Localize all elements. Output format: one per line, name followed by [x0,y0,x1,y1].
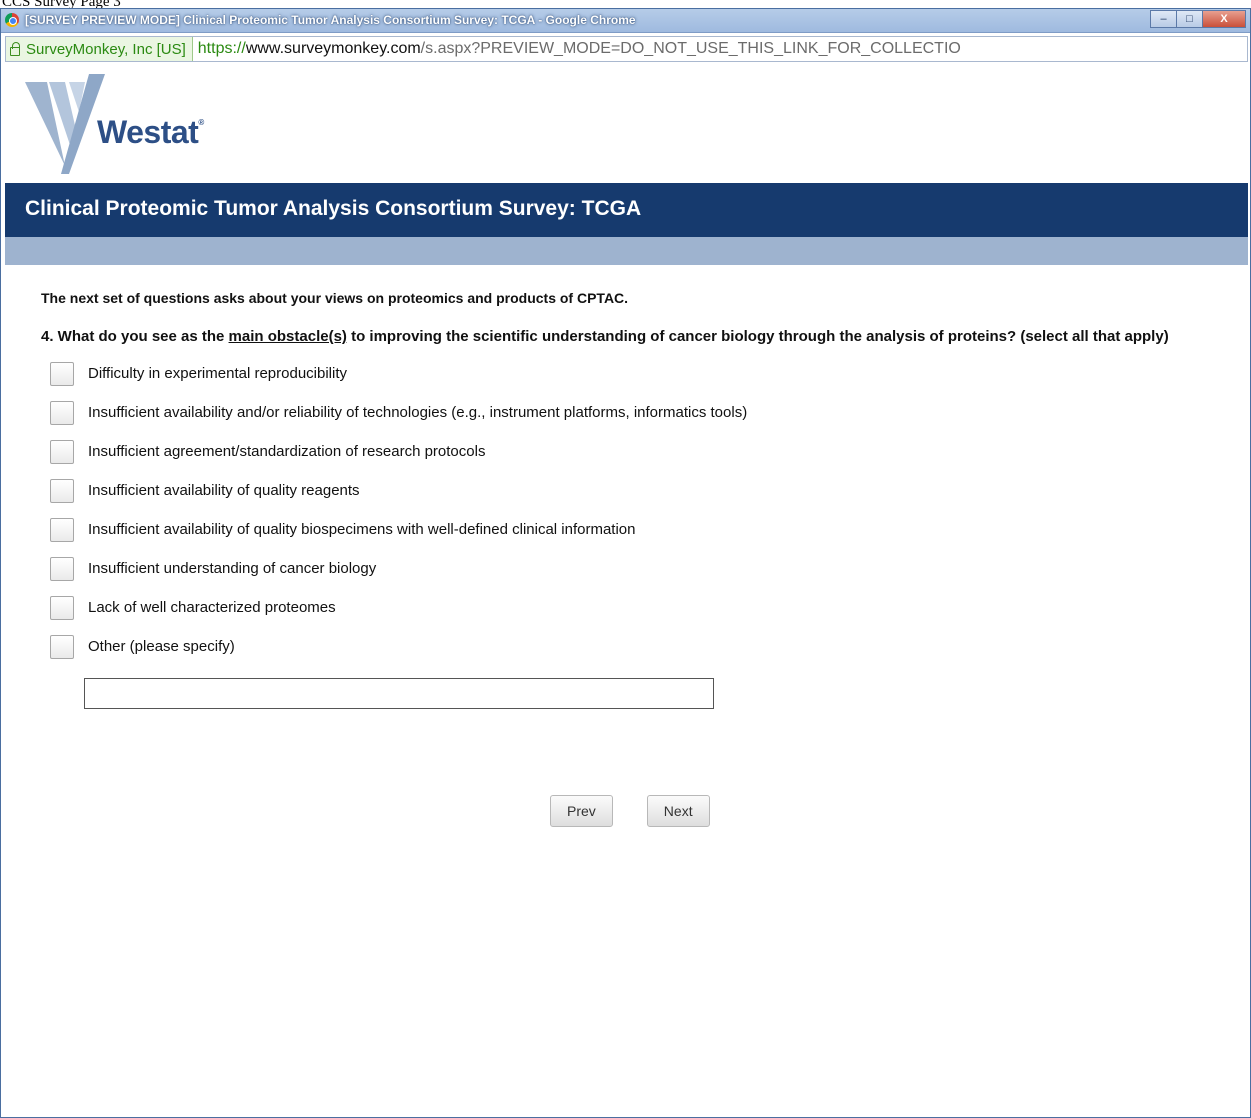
option-row[interactable]: Insufficient agreement/standardization o… [41,432,1241,471]
navigation-buttons: Prev Next [550,795,710,827]
survey-title: Clinical Proteomic Tumor Analysis Consor… [5,183,1248,237]
close-button[interactable]: X [1202,10,1246,28]
logo-area: Westat® [5,64,1248,184]
url-path: /s.aspx?PREVIEW_MODE=DO_NOT_USE_THIS_LIN… [420,40,961,57]
page-viewport: Westat® Clinical Proteomic Tumor Analysi… [5,64,1248,1117]
option-row[interactable]: Lack of well characterized proteomes [41,588,1241,627]
question-text: 4. What do you see as the main obstacle(… [41,326,1221,348]
westat-logo-mark-icon [25,74,105,174]
option-checkbox[interactable] [50,400,74,425]
options-list: Difficulty in experimental reproducibili… [41,354,1241,666]
brand-name: Westat [97,114,199,150]
next-button[interactable]: Next [646,795,710,827]
option-checkbox[interactable] [50,478,74,503]
option-row[interactable]: Difficulty in experimental reproducibili… [41,354,1241,393]
option-label: Insufficient availability and/or reliabi… [88,404,748,421]
page-caption: CCS Survey Page 3 [2,0,121,8]
option-checkbox[interactable] [50,634,74,659]
maximize-button[interactable]: □ [1176,10,1202,28]
window-controls: – □ X [1150,10,1246,28]
url-host: www.surveymonkey.com [245,40,421,57]
question-emphasis: main obstacle(s) [228,328,347,345]
question-content: The next set of questions asks about you… [41,290,1241,709]
option-label: Difficulty in experimental reproducibili… [88,365,347,382]
title-bar: [SURVEY PREVIEW MODE] Clinical Proteomic… [1,9,1250,33]
option-row[interactable]: Insufficient availability of quality bio… [41,510,1241,549]
option-label: Insufficient agreement/standardization o… [88,443,486,460]
westat-logo-text: Westat® [97,114,204,151]
option-label: Insufficient availability of quality rea… [88,482,360,499]
site-identity-badge[interactable]: SurveyMonkey, Inc [US] [6,37,193,61]
chrome-logo-icon [5,13,19,27]
option-checkbox[interactable] [50,361,74,386]
address-bar[interactable]: SurveyMonkey, Inc [US] https://www.surve… [5,36,1248,62]
option-row[interactable]: Other (please specify) [41,627,1241,666]
option-label: Other (please specify) [88,638,235,655]
option-row[interactable]: Insufficient availability and/or reliabi… [41,393,1241,432]
url-text[interactable]: https://www.surveymonkey.com/s.aspx?PREV… [193,40,961,58]
option-row[interactable]: Insufficient availability of quality rea… [41,471,1241,510]
lock-icon [10,41,20,56]
header-band [5,237,1248,265]
url-scheme: https:// [197,40,246,57]
option-checkbox[interactable] [50,556,74,581]
site-identity-label: SurveyMonkey, Inc [US] [26,40,186,58]
browser-window: [SURVEY PREVIEW MODE] Clinical Proteomic… [0,8,1251,1118]
brand-tm: ® [198,118,204,127]
option-checkbox[interactable] [50,595,74,620]
option-checkbox[interactable] [50,439,74,464]
option-label: Insufficient understanding of cancer bio… [88,560,377,577]
window-title: [SURVEY PREVIEW MODE] Clinical Proteomic… [25,13,636,27]
option-row[interactable]: Insufficient understanding of cancer bio… [41,549,1241,588]
question-prefix: 4. What do you see as the [41,328,229,345]
minimize-button[interactable]: – [1150,10,1176,28]
intro-text: The next set of questions asks about you… [41,290,629,306]
option-checkbox[interactable] [50,517,74,542]
question-suffix: to improving the scientific understandin… [346,328,1169,345]
option-label: Lack of well characterized proteomes [88,599,336,616]
option-label: Insufficient availability of quality bio… [88,521,636,538]
prev-button[interactable]: Prev [550,795,613,827]
other-specify-input[interactable] [84,678,714,709]
